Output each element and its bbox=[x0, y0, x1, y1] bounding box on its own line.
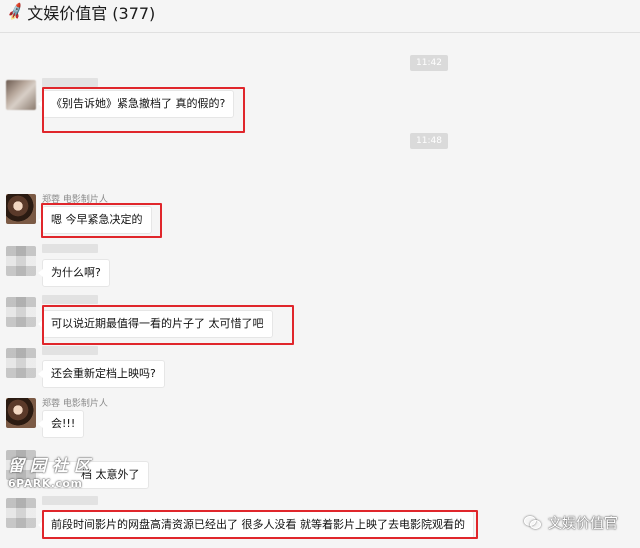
avatar[interactable] bbox=[6, 80, 36, 110]
message-bubble[interactable]: 档 太意外了 bbox=[38, 461, 149, 489]
sender-name-blurred bbox=[42, 244, 98, 253]
group-title: 文娱价值官 (377) bbox=[27, 4, 156, 23]
watermark-account-name: 文娱价值官 bbox=[548, 516, 618, 532]
chat-window: 🚀 文娱价值官 (377) 11:42 《别告诉她》紧急撤档了 真的假的? 11… bbox=[0, 0, 640, 548]
message-bubble[interactable]: 为什么啊? bbox=[38, 259, 110, 287]
message-bubble[interactable]: 会!!! bbox=[37, 410, 85, 438]
sender-name-blurred bbox=[42, 346, 98, 355]
chat-header: 🚀 文娱价值官 (377) bbox=[0, 0, 640, 24]
highlight-box bbox=[41, 203, 162, 238]
wechat-icon bbox=[524, 516, 542, 530]
avatar[interactable] bbox=[6, 246, 36, 276]
rocket-icon: 🚀 bbox=[5, 2, 27, 22]
message-bubble[interactable]: 还会重新定档上映吗? bbox=[38, 360, 165, 388]
sender-name-blurred bbox=[42, 496, 98, 505]
timestamp: 11:42 bbox=[410, 55, 448, 71]
avatar[interactable] bbox=[6, 498, 36, 528]
avatar[interactable] bbox=[6, 348, 36, 378]
sender-name-blurred bbox=[42, 78, 98, 87]
sender-name-blurred bbox=[42, 295, 98, 304]
avatar[interactable] bbox=[6, 398, 36, 428]
avatar[interactable] bbox=[6, 450, 36, 480]
header-divider bbox=[0, 32, 640, 33]
highlight-box bbox=[42, 510, 478, 539]
highlight-box bbox=[42, 87, 245, 133]
timestamp: 11:48 bbox=[410, 133, 448, 149]
highlight-box bbox=[42, 305, 294, 345]
sender-name: 郑蓉 电影制片人 bbox=[42, 399, 108, 409]
avatar[interactable] bbox=[6, 194, 36, 224]
avatar[interactable] bbox=[6, 297, 36, 327]
account-watermark: 文娱价值官 bbox=[524, 513, 618, 533]
